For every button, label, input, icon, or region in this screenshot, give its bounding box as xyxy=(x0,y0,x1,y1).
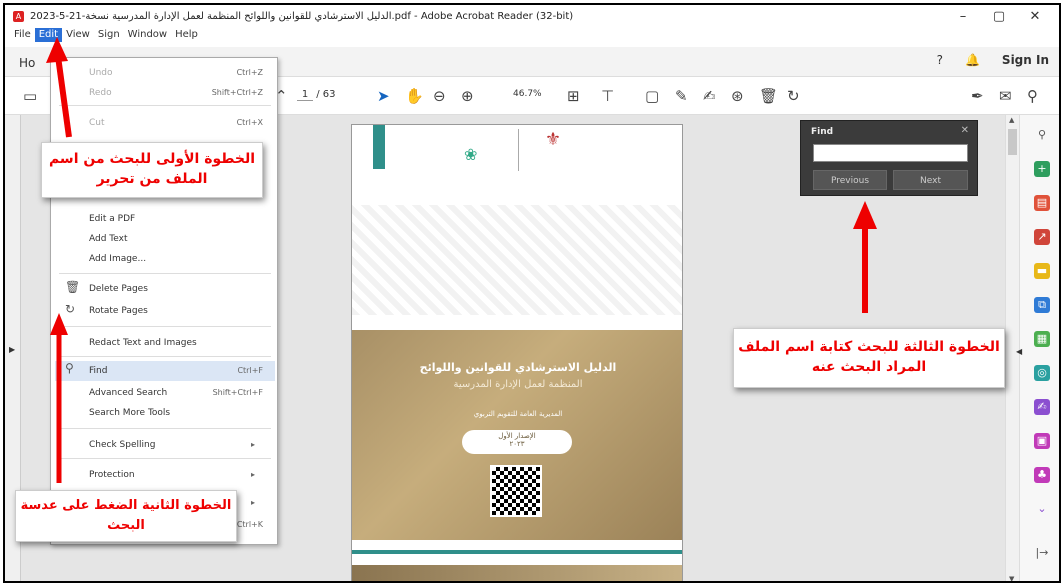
arrow-step3-head xyxy=(853,201,877,229)
arrow-step1-head xyxy=(46,37,68,63)
arrow-step2-head xyxy=(50,313,68,335)
app-window: A 2023-5-21-الدليل الاسترشادي للقوانين و… xyxy=(3,3,1061,583)
arrow-step1 xyxy=(54,48,72,138)
annotation-arrows xyxy=(46,37,877,483)
